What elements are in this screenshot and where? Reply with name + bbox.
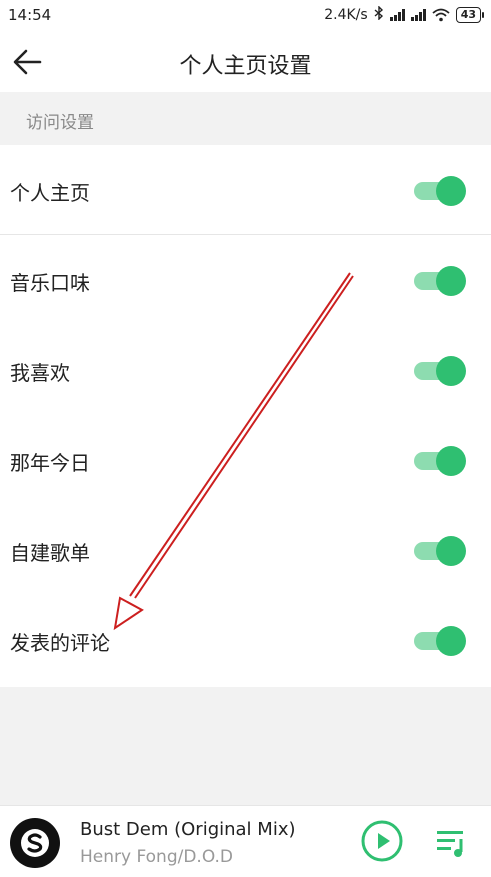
album-art[interactable] (10, 818, 60, 868)
wifi-icon (432, 8, 450, 22)
setting-row-created-playlists[interactable]: 自建歌单 (0, 505, 491, 595)
back-button[interactable] (10, 44, 46, 80)
playlist-icon (434, 831, 470, 864)
signal-icon-2 (410, 9, 426, 21)
toggle-likes[interactable] (414, 356, 466, 386)
setting-label: 自建歌单 (10, 541, 90, 565)
play-button[interactable] (360, 819, 404, 863)
toggle-comments[interactable] (414, 626, 466, 656)
toggle-knob (436, 536, 466, 566)
album-logo-icon (21, 829, 49, 857)
toggle-knob (436, 356, 466, 386)
toggle-this-day[interactable] (414, 446, 466, 476)
setting-label: 个人主页 (10, 181, 90, 205)
track-artist: Henry Fong/D.O.D (80, 847, 234, 867)
status-icons: 2.4K/s 43 (324, 5, 485, 24)
network-speed: 2.4K/s (324, 7, 368, 23)
toggle-knob (436, 176, 466, 206)
toggle-music-taste[interactable] (414, 266, 466, 296)
section-header: 访问设置 (0, 92, 491, 145)
section-title: 访问设置 (26, 113, 94, 133)
arrow-left-icon (10, 49, 46, 84)
setting-row-this-day[interactable]: 那年今日 (0, 415, 491, 505)
mini-player[interactable]: Bust Dem (Original Mix) Henry Fong/D.O.D (0, 805, 491, 877)
status-bar: 14:54 2.4K/s 43 (0, 0, 491, 32)
play-icon (360, 820, 404, 867)
playlist-button[interactable] (434, 826, 470, 860)
signal-icon (389, 9, 405, 21)
setting-label: 我喜欢 (10, 361, 70, 385)
battery-icon: 43 (455, 7, 485, 23)
setting-row-homepage[interactable]: 个人主页 (0, 145, 491, 235)
toggle-knob (436, 446, 466, 476)
settings-list: 个人主页 音乐口味 我喜欢 那年今日 自建歌单 发表的评论 (0, 145, 491, 687)
track-title: Bust Dem (Original Mix) (80, 819, 296, 840)
status-time: 14:54 (8, 6, 52, 24)
toggle-knob (436, 626, 466, 656)
toggle-knob (436, 266, 466, 296)
app-bar: 个人主页设置 (0, 32, 491, 92)
bluetooth-icon (374, 5, 384, 24)
toggle-created-playlists[interactable] (414, 536, 466, 566)
setting-label: 音乐口味 (10, 271, 90, 295)
setting-row-likes[interactable]: 我喜欢 (0, 325, 491, 415)
page-title: 个人主页设置 (179, 54, 312, 79)
setting-row-music-taste[interactable]: 音乐口味 (0, 235, 491, 325)
toggle-homepage[interactable] (414, 176, 466, 206)
setting-row-comments[interactable]: 发表的评论 (0, 595, 491, 685)
setting-label: 那年今日 (10, 451, 90, 475)
setting-label: 发表的评论 (10, 631, 110, 655)
